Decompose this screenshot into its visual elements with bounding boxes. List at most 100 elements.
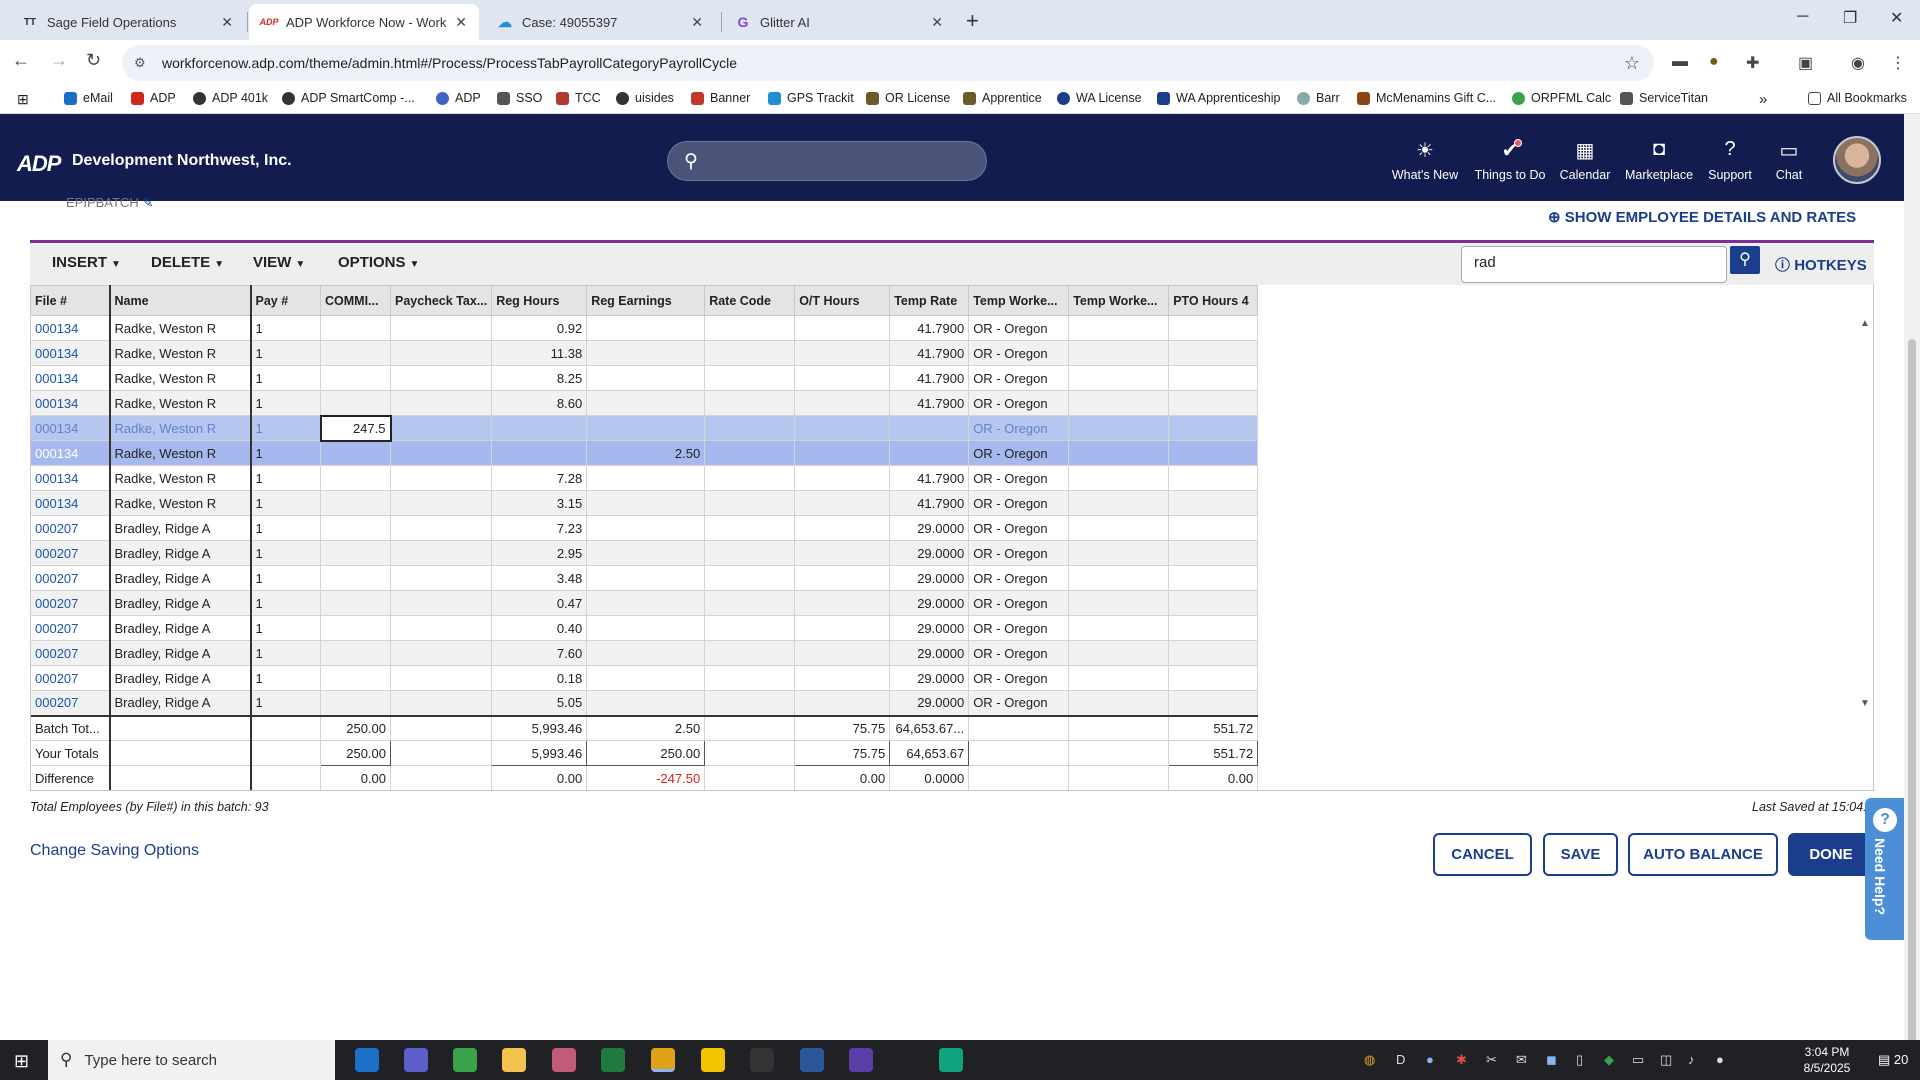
table-row[interactable]: 000207 Bradley, Ridge A 1 2.95 29.0000 OR - O… xyxy=(30,540,1259,566)
table-cell[interactable]: 1 xyxy=(250,490,321,516)
table-cell[interactable]: 7.28 xyxy=(491,465,588,491)
table-cell[interactable]: 0.18 xyxy=(491,665,588,691)
table-row[interactable]: 000207 Bradley, Ridge A 1 0.47 29.0000 OR - O… xyxy=(30,590,1259,616)
bookmark-or-license[interactable]: OR License xyxy=(866,91,950,105)
auto-balance-button[interactable]: AUTO BALANCE xyxy=(1628,833,1778,876)
table-cell[interactable] xyxy=(704,615,796,641)
table-cell[interactable]: OR - Oregon xyxy=(968,515,1070,541)
table-row[interactable]: 000134 Radke, Weston R 1 11.38 41.7900 OR - O… xyxy=(30,340,1259,366)
table-cell[interactable] xyxy=(320,315,391,341)
table-cell[interactable]: Radke, Weston R xyxy=(109,315,252,341)
bookmark-apprentice[interactable]: Apprentice xyxy=(963,91,1042,105)
bookmark-wa-license[interactable]: WA License xyxy=(1057,91,1142,105)
table-cell[interactable] xyxy=(389,515,493,541)
table-cell[interactable]: OR - Oregon xyxy=(968,565,1070,591)
table-cell[interactable]: 1 xyxy=(250,365,321,391)
table-cell[interactable]: 29.0000 xyxy=(889,615,970,641)
table-cell[interactable] xyxy=(794,340,891,366)
column-header[interactable]: Rate Code xyxy=(704,285,796,316)
table-cell[interactable] xyxy=(1168,615,1259,641)
table-cell[interactable] xyxy=(1068,315,1170,341)
bookmark-barr[interactable]: Barr xyxy=(1297,91,1340,105)
column-header[interactable]: Pay # xyxy=(250,285,321,316)
table-cell[interactable] xyxy=(1068,390,1170,416)
security-tray-icon[interactable]: ◆ xyxy=(1604,1052,1614,1068)
table-cell[interactable] xyxy=(704,665,796,691)
chrome-icon[interactable] xyxy=(651,1048,675,1072)
table-row[interactable]: 000207 Bradley, Ridge A 1 3.48 29.0000 OR - O… xyxy=(30,565,1259,591)
table-cell[interactable]: Radke, Weston R xyxy=(109,440,252,466)
tray-tool-icon[interactable]: ✂ xyxy=(1486,1052,1497,1068)
table-row[interactable]: 000134 Radke, Weston R 1 7.28 41.7900 OR - Or… xyxy=(30,465,1259,491)
window-close-icon[interactable]: ✕ xyxy=(1890,8,1903,28)
nav-chat[interactable]: ▭ Chat xyxy=(1744,138,1834,182)
bookmark-uisides[interactable]: uisides xyxy=(616,91,674,105)
table-cell[interactable] xyxy=(320,590,391,616)
file-number-link[interactable]: 000134 xyxy=(30,490,111,516)
table-cell[interactable] xyxy=(1068,690,1170,716)
table-cell[interactable]: 29.0000 xyxy=(889,640,970,666)
file-number-link[interactable]: 000207 xyxy=(30,540,111,566)
column-header[interactable]: O/T Hours xyxy=(794,285,891,316)
table-cell[interactable]: 1 xyxy=(250,640,321,666)
outlook-icon[interactable] xyxy=(355,1048,379,1072)
table-cell[interactable]: 29.0000 xyxy=(889,515,970,541)
table-cell[interactable] xyxy=(1068,515,1170,541)
greenshot-icon[interactable] xyxy=(453,1048,477,1072)
totals-cell[interactable]: 64,653.67 xyxy=(889,740,970,766)
reload-icon[interactable]: ↻ xyxy=(86,50,101,71)
nav-whats-new[interactable]: ☀ What's New xyxy=(1380,138,1470,182)
profile-icon[interactable]: ◉ xyxy=(1851,53,1865,73)
table-cell[interactable] xyxy=(389,390,493,416)
table-cell[interactable] xyxy=(794,665,891,691)
table-cell[interactable]: OR - Oregon xyxy=(968,540,1070,566)
table-cell[interactable] xyxy=(704,565,796,591)
table-cell[interactable] xyxy=(1068,565,1170,591)
restore-icon[interactable]: ❐ xyxy=(1843,8,1857,28)
network-icon[interactable]: ◫ xyxy=(1660,1052,1672,1068)
file-number-link[interactable]: 000134 xyxy=(30,340,111,366)
table-cell[interactable]: 8.25 xyxy=(491,365,588,391)
table-cell[interactable] xyxy=(889,415,970,441)
table-cell[interactable] xyxy=(704,490,796,516)
tray-app-icon[interactable]: ✱ xyxy=(1456,1052,1467,1068)
norton-tray-icon[interactable]: ◍ xyxy=(1364,1052,1375,1068)
bookmark-adp-2[interactable]: ADP xyxy=(436,91,481,105)
taskbar-search[interactable]: ⚲ Type here to search xyxy=(48,1040,335,1080)
table-row[interactable]: 000134 Radke, Weston R 1 247.5 OR - Oregon xyxy=(30,414,1259,442)
bookmark-orpfml-calc[interactable]: ORPFML Calc xyxy=(1512,91,1611,105)
column-header[interactable]: Reg Earnings xyxy=(586,285,706,316)
batch-name[interactable]: EPIPBATCH ✎ xyxy=(66,195,153,211)
table-cell[interactable] xyxy=(389,590,493,616)
file-number-link[interactable]: 000207 xyxy=(30,565,111,591)
bookmark-adp[interactable]: ADP xyxy=(131,91,176,105)
scroll-up-icon[interactable]: ▲ xyxy=(1860,318,1870,329)
table-cell[interactable] xyxy=(704,690,796,716)
table-row[interactable]: 000134 Radke, Weston R 1 2.50 OR - Oregon xyxy=(30,440,1259,466)
table-cell[interactable] xyxy=(491,415,588,441)
table-cell[interactable] xyxy=(1168,415,1259,441)
done-button[interactable]: DONE xyxy=(1788,833,1874,876)
table-cell[interactable]: 29.0000 xyxy=(889,690,970,716)
table-cell[interactable] xyxy=(389,415,493,441)
hotkeys-link[interactable]: ⓘ HOTKEYS xyxy=(1775,254,1867,275)
table-cell[interactable] xyxy=(389,690,493,716)
tray-d-icon[interactable]: D xyxy=(1396,1052,1405,1067)
table-row[interactable]: 000207 Bradley, Ridge A 1 0.18 29.0000 OR - O… xyxy=(30,665,1259,691)
table-cell[interactable] xyxy=(794,690,891,716)
adp-logo[interactable]: ADP xyxy=(17,151,61,177)
all-bookmarks[interactable]: All Bookmarks xyxy=(1808,91,1907,105)
totals-cell[interactable]: 250.00 xyxy=(320,740,391,766)
table-cell[interactable]: OR - Oregon xyxy=(968,590,1070,616)
table-cell[interactable]: 41.7900 xyxy=(889,465,970,491)
table-row[interactable]: 000134 Radke, Weston R 1 0.92 41.7900 OR - Or… xyxy=(30,315,1259,341)
table-cell[interactable] xyxy=(320,665,391,691)
word-icon[interactable] xyxy=(800,1048,824,1072)
app-q-icon[interactable] xyxy=(849,1048,873,1072)
table-cell[interactable] xyxy=(586,540,706,566)
table-cell[interactable] xyxy=(389,365,493,391)
file-explorer-icon[interactable] xyxy=(502,1048,526,1072)
change-saving-options-link[interactable]: Change Saving Options xyxy=(30,842,199,860)
table-cell[interactable]: OR - Oregon xyxy=(968,440,1070,466)
table-cell[interactable]: OR - Oregon xyxy=(968,665,1070,691)
